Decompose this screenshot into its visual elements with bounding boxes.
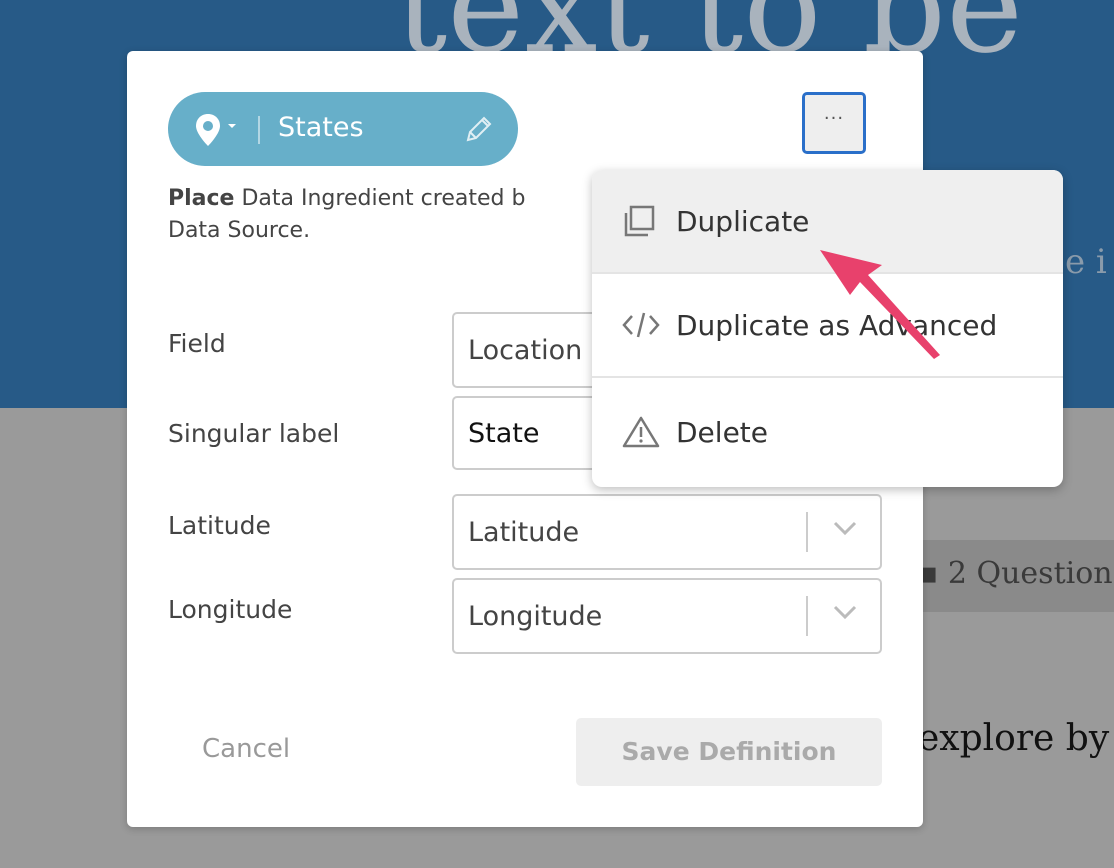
annotation-arrow-icon	[820, 250, 940, 359]
warning-icon	[622, 416, 660, 448]
menu-item-label: Duplicate	[676, 204, 810, 238]
latitude-select[interactable]: Latitude	[452, 494, 882, 570]
latitude-label: Latitude	[168, 511, 271, 540]
cancel-button[interactable]: Cancel	[202, 734, 290, 764]
more-options-button[interactable]: ···	[802, 92, 866, 154]
longitude-select[interactable]: Longitude	[452, 578, 882, 654]
menu-item-delete[interactable]: Delete	[592, 380, 1063, 484]
field-label: Field	[168, 329, 226, 358]
menu-item-label: Delete	[676, 415, 768, 449]
ingredient-description: Place Data Ingredient created b Data Sour…	[168, 183, 588, 247]
singular-label-value: State	[468, 417, 540, 449]
longitude-value: Longitude	[468, 600, 603, 632]
save-definition-button[interactable]: Save Definition	[576, 718, 882, 786]
questions-count: ▪ 2 Questions	[918, 556, 1114, 591]
type-label: Place	[168, 186, 235, 211]
description-text: Data Ingredient created b	[234, 186, 526, 211]
caret-down-icon[interactable]	[228, 124, 236, 128]
pill-divider	[258, 116, 260, 144]
latitude-value: Latitude	[468, 516, 580, 548]
questions-label: 2 Questions	[947, 556, 1114, 591]
page-subtitle: e i	[1065, 242, 1107, 282]
pencil-icon[interactable]	[464, 114, 494, 144]
field-value: Location	[468, 334, 583, 366]
ingredient-pill[interactable]: States	[168, 92, 518, 166]
description-text-2: Data Source.	[168, 218, 311, 243]
select-divider	[806, 596, 808, 636]
location-pin-icon[interactable]	[196, 114, 220, 146]
copy-icon	[624, 205, 655, 237]
chevron-down-icon[interactable]	[832, 520, 858, 536]
select-divider	[806, 512, 808, 552]
chevron-down-icon[interactable]	[832, 604, 858, 620]
explore-heading: explore by	[918, 718, 1110, 759]
ingredient-name[interactable]: States	[278, 112, 364, 143]
longitude-label: Longitude	[168, 595, 293, 624]
code-icon	[622, 312, 660, 338]
singular-label-label: Singular label	[168, 419, 340, 448]
